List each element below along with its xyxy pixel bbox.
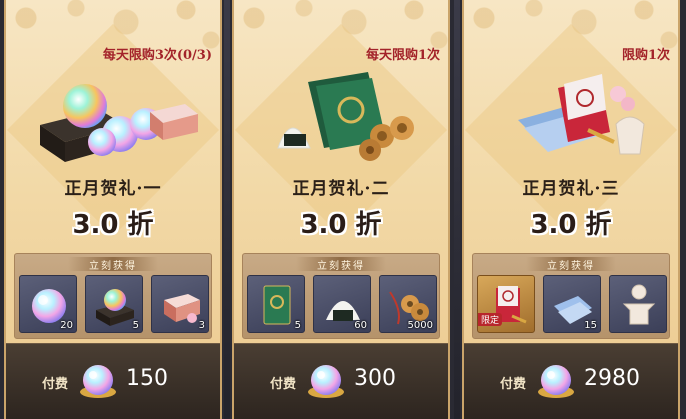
premium-gem-icon <box>308 365 344 398</box>
purchase-limit: 每天限购3次(0/3) <box>102 48 212 63</box>
price-value: 300 <box>354 366 396 391</box>
reward-slot[interactable]: 限定 <box>477 275 535 333</box>
discount-label: 3.0 折 <box>300 210 382 240</box>
discount-label: 3.0 折 <box>530 210 612 240</box>
pay-label: 付费 <box>500 377 527 392</box>
item-quantity: 3 <box>198 320 205 331</box>
rewards-title: 立刻获得 <box>89 261 137 272</box>
purchase-bar[interactable]: 付费 300 <box>234 343 448 419</box>
pack-hero-image <box>277 72 414 161</box>
item-quantity: 15 <box>584 320 597 331</box>
paper-doll-icon <box>622 284 656 325</box>
item-quantity: 60 <box>354 320 367 331</box>
purchase-limit: 每天限购1次 <box>365 48 440 63</box>
item-quantity: 5 <box>132 320 139 331</box>
pack-card-2[interactable]: 每天限购1次 正月贺礼·二 3.0 折 立刻获得 5 60 5000 付费 30… <box>232 0 450 419</box>
rewards-title: 立刻获得 <box>317 261 365 272</box>
rewards-panel: 立刻获得 5 60 5000 <box>242 253 440 339</box>
reward-slot[interactable]: 20 <box>19 275 77 333</box>
pay-label: 付费 <box>42 377 69 392</box>
item-quantity: 20 <box>60 320 73 331</box>
discount-label: 3.0 折 <box>72 210 154 240</box>
rewards-panel: 立刻获得 20 5 3 <box>14 253 212 339</box>
divider <box>454 0 460 419</box>
reward-slot[interactable]: 15 <box>543 275 601 333</box>
reward-slot[interactable]: 5 <box>247 275 305 333</box>
purchase-limit: 限购1次 <box>621 48 670 63</box>
purchase-bar[interactable]: 付费 150 <box>6 343 220 419</box>
reward-slot[interactable]: 60 <box>313 275 371 333</box>
price-value: 2980 <box>584 366 640 391</box>
pack-title: 正月贺礼·二 <box>292 179 390 199</box>
pack-card-3[interactable]: 限购1次 正月贺礼·三 3.0 折 立刻获得 限定 15 付费 2980 <box>462 0 680 419</box>
premium-gem-icon <box>80 365 116 398</box>
pack-hero-image <box>40 84 198 162</box>
pack-card-1[interactable]: 每天限购3次(0/3) 正月贺礼·一 3.0 折 立刻获得 20 5 3 付费 … <box>4 0 222 419</box>
item-quantity: 5 <box>294 320 301 331</box>
rewards-panel: 立刻获得 限定 15 <box>472 253 670 339</box>
premium-gem-icon <box>538 365 574 398</box>
pack-title: 正月贺礼·一 <box>64 179 162 199</box>
divider <box>224 0 230 419</box>
item-quantity: 5000 <box>407 320 433 331</box>
reward-slot[interactable]: 5000 <box>379 275 437 333</box>
price-value: 150 <box>126 366 168 391</box>
pack-title: 正月贺礼·三 <box>522 179 620 199</box>
rewards-title: 立刻获得 <box>547 261 595 272</box>
pay-label: 付费 <box>270 377 297 392</box>
reward-slot[interactable]: 3 <box>151 275 209 333</box>
limited-tag: 限定 <box>478 313 503 326</box>
reward-slot[interactable]: 5 <box>85 275 143 333</box>
purchase-bar[interactable]: 付费 2980 <box>464 343 678 419</box>
pack-hero-image <box>518 74 645 155</box>
reward-slot[interactable] <box>609 275 667 333</box>
